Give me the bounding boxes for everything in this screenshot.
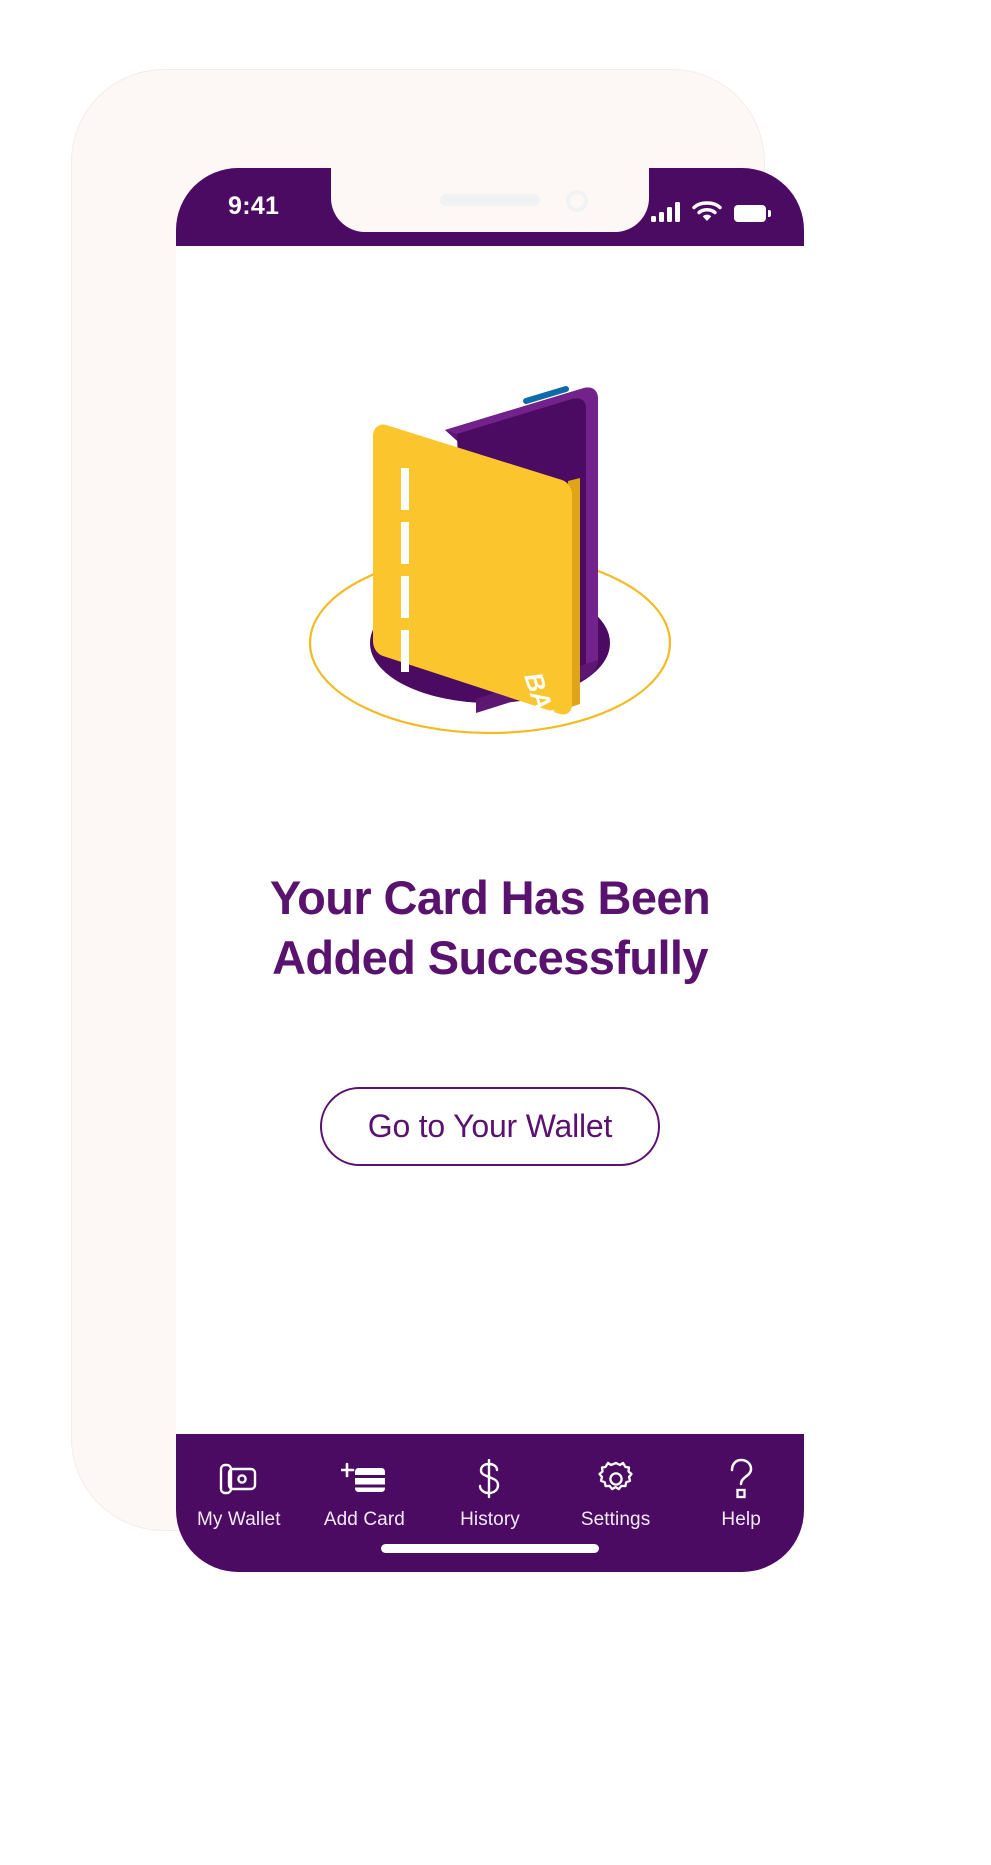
nav-label: History	[460, 1509, 520, 1530]
headline-line-2: Added Successfully	[272, 930, 708, 984]
go-to-wallet-button[interactable]: Go to Your Wallet	[320, 1087, 660, 1166]
status-icons	[651, 196, 771, 222]
notch	[331, 168, 649, 232]
phone-frame: 9:41 BANK Your Card Has Been Added Succe…	[72, 70, 804, 1572]
nav-label: Add Card	[323, 1509, 405, 1530]
nav-item-settings[interactable]: Settings	[553, 1458, 679, 1531]
home-indicator[interactable]	[381, 1544, 599, 1553]
speaker-grille-icon	[440, 194, 540, 206]
page-title: Your Card Has Been Added Successfully	[176, 868, 804, 987]
phone-screen: 9:41 BANK Your Card Has Been Added Succe…	[176, 168, 804, 1572]
nav-item-history[interactable]: History	[427, 1458, 553, 1531]
question-mark-icon	[725, 1458, 757, 1500]
card-added-illustration: BANK	[308, 386, 672, 751]
nav-item-my-wallet[interactable]: My Wallet	[176, 1458, 302, 1531]
status-bar: 9:41	[176, 168, 804, 246]
nav-label: Help	[721, 1509, 761, 1530]
nav-label: My Wallet	[197, 1509, 281, 1530]
add-card-icon	[341, 1458, 387, 1500]
wifi-icon	[692, 201, 722, 221]
gear-icon	[596, 1458, 636, 1500]
front-camera-icon	[566, 190, 588, 212]
wallet-icon	[219, 1458, 259, 1500]
bottom-navigation: My Wallet Add Card History Settings Help	[176, 1434, 804, 1572]
dollar-icon	[472, 1458, 508, 1500]
cellular-signal-icon	[651, 202, 680, 222]
battery-icon	[734, 205, 771, 222]
nav-item-help[interactable]: Help	[678, 1458, 804, 1531]
nav-label: Settings	[580, 1509, 651, 1530]
status-time: 9:41	[228, 192, 280, 220]
nav-item-add-card[interactable]: Add Card	[302, 1458, 428, 1531]
headline-line-1: Your Card Has Been	[269, 871, 711, 924]
